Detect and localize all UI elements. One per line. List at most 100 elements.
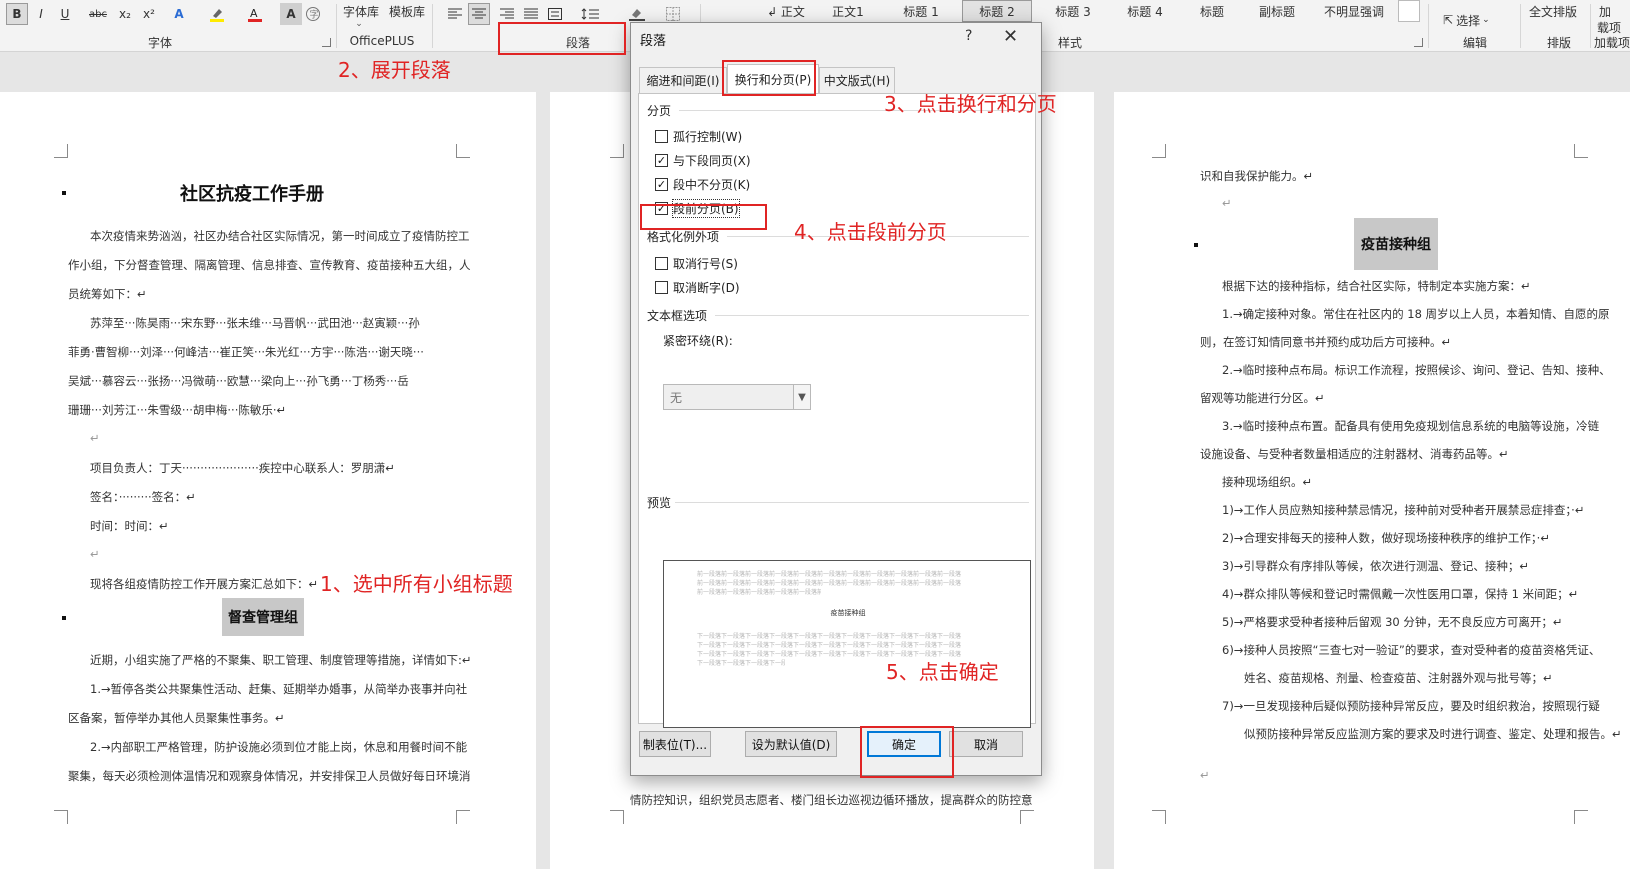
- text-effects-icon[interactable]: A: [168, 3, 190, 25]
- doc-line[interactable]: 6)→接种人员按照“三查七对一验证”的要求，查对受种者的疫苗资格凭证、: [1222, 642, 1600, 658]
- doc-line[interactable]: 识和自我保护能力。↵: [1200, 168, 1313, 184]
- keep-with-next-checkbox[interactable]: ✓ 与下段同页(X): [655, 151, 751, 169]
- preview-prev-text: 前一段落前一段落前一段落前一段落前一段落前一段落前一段落前一段落前一段落前一段落…: [697, 580, 962, 586]
- char-shading-icon[interactable]: A: [280, 3, 302, 25]
- doc-line[interactable]: 1.→暂停各类公共聚集性活动、赶集、延期举办婚事，从简举办丧事并向社: [90, 681, 467, 697]
- keep-lines-together-checkbox[interactable]: ✓ 段中不分页(K): [655, 175, 750, 193]
- doc-line[interactable]: 菲勇·曹智柳···刘泽···何峰洁···崔正笑···朱光红···方宇···陈浩·…: [68, 344, 424, 360]
- group-heading-vaccination[interactable]: 疫苗接种组: [1354, 218, 1438, 270]
- doc-line[interactable]: 设施设备、与受种者数量相适应的注射器材、消毒药品等。↵: [1200, 446, 1509, 462]
- enclose-char-icon[interactable]: 字: [302, 3, 324, 25]
- suppress-line-numbers-checkbox[interactable]: 取消行号(S): [655, 254, 738, 272]
- style-normal1[interactable]: 正文1: [818, 0, 878, 22]
- checkbox-box[interactable]: ✓: [655, 153, 668, 167]
- style-heading4[interactable]: 标题 4: [1112, 0, 1178, 22]
- template-library-button[interactable]: 模板库: [386, 0, 428, 22]
- font-dialog-launcher-icon[interactable]: [322, 38, 331, 47]
- select-button[interactable]: ⇱ 选择 ⌄: [1440, 9, 1493, 31]
- doc-line[interactable]: 4)→群众排队等候和登记时需佩戴一次性医用口罩，保持 1 米间距；↵: [1222, 586, 1578, 602]
- styles-dialog-launcher-icon[interactable]: [1414, 38, 1423, 47]
- bold-button[interactable]: B: [6, 3, 28, 25]
- style-heading3[interactable]: 标题 3: [1040, 0, 1106, 22]
- document-title[interactable]: 社区抗疫工作手册: [180, 180, 324, 206]
- checkbox-label: 取消行号(S): [673, 256, 738, 271]
- style-heading2[interactable]: 标题 2: [962, 0, 1032, 22]
- doc-line[interactable]: 5)→严格要求受种者接种后留观 30 分钟，无不良反应方可离开；↵: [1222, 614, 1563, 630]
- superscript-button[interactable]: x²: [138, 3, 160, 25]
- preview-prev-text: 前一段落前一段落前一段落前一段落前一段落前一段落前一段落前一段落前一段落前一段落…: [697, 571, 962, 577]
- doc-line[interactable]: 聚集，每天必须检测体温情况和观察身体情况，并安排保卫人员做好每日环境消: [68, 768, 471, 784]
- doc-line[interactable]: 作小组，下分督查管理、隔离管理、信息排查、宣传教育、疫苗接种五大组，人: [68, 257, 471, 273]
- doc-line[interactable]: 珊珊···刘芳江···朱雪级···胡申梅···陈敏乐·↵: [68, 402, 286, 418]
- checkbox-box[interactable]: ✓: [655, 177, 668, 191]
- doc-line[interactable]: 1)→工作人员应熟知接种禁忌情况，接种前对受种者开展禁忌症排查；·↵: [1222, 502, 1584, 518]
- doc-line[interactable]: 1.→确定接种对象。常住在社区内的 18 周岁以上人员，本着知情、自愿的原: [1222, 306, 1610, 322]
- checkbox-box[interactable]: [655, 256, 668, 270]
- italic-button[interactable]: I: [30, 3, 52, 25]
- doc-line[interactable]: 3.→临时接种点布置。配备具有使用免疫规划信息系统的电脑等设施，冷链: [1222, 418, 1599, 434]
- doc-line[interactable]: 苏萍至···陈昊雨···宋东野···张未维···马晋帆···武田池···赵寅颖·…: [90, 315, 420, 331]
- styles-more-icon[interactable]: [1398, 0, 1420, 22]
- officeplus-label: OfficePLUS: [349, 34, 415, 48]
- annotation-step3: 3、点击换行和分页: [884, 92, 1057, 116]
- doc-line[interactable]: 3)→引导群众有序排队等候，依次进行测温、登记、接种；↵: [1222, 558, 1529, 574]
- doc-line[interactable]: 2.→临时接种点布局。标识工作流程，按照候诊、询问、登记、告知、接种、: [1222, 362, 1611, 378]
- widow-control-checkbox[interactable]: 孤行控制(W): [655, 127, 742, 145]
- checkbox-box[interactable]: [655, 129, 668, 143]
- doc-line[interactable]: 近期，小组实施了严格的不聚集、职工管理、制度管理等措施，详情如下:↵: [90, 652, 472, 668]
- full-typeset-button[interactable]: 全文排版: [1526, 0, 1580, 22]
- tabs-button[interactable]: 制表位(T)...: [639, 731, 711, 757]
- paragraph-mark: ↵: [90, 431, 100, 445]
- checkbox-box[interactable]: [655, 280, 668, 294]
- list-bullet: [62, 616, 66, 620]
- annotation-step5: 5、点击确定: [886, 660, 999, 684]
- style-title[interactable]: 标题: [1184, 0, 1240, 22]
- svg-text:字: 字: [310, 9, 319, 21]
- tight-wrap-label: 紧密环绕(R):: [663, 334, 733, 348]
- doc-line[interactable]: 姓名、疫苗规格、剂量、检查疫苗、注射器外观与批号等；↵: [1244, 670, 1553, 686]
- style-subtle-emphasis[interactable]: 不明显强调: [1312, 0, 1396, 22]
- tight-wrap-select[interactable]: 无 ▼: [663, 384, 811, 410]
- list-bullet: [1194, 243, 1198, 247]
- font-library-dropdown-icon[interactable]: ⌄: [348, 13, 370, 35]
- doc-line[interactable]: 2.→内部职工严格管理，防护设施必须到位才能上岗，休息和用餐时间不能: [90, 739, 467, 755]
- underline-button[interactable]: U: [54, 3, 76, 25]
- chevron-down-icon[interactable]: ▼: [793, 385, 810, 409]
- align-left-icon[interactable]: [444, 3, 466, 25]
- help-icon[interactable]: ?: [965, 28, 972, 44]
- textbox-options-label: 文本框选项: [647, 309, 708, 323]
- subscript-button[interactable]: x₂: [114, 3, 136, 25]
- style-heading1[interactable]: 标题 1: [888, 0, 954, 22]
- set-default-button[interactable]: 设为默认值(D): [745, 731, 837, 757]
- font-color-icon[interactable]: A: [244, 3, 266, 25]
- doc-line[interactable]: 留观等功能进行分区。↵: [1200, 390, 1325, 406]
- tab-indent-spacing[interactable]: 缩进和间距(I): [639, 67, 727, 93]
- group-heading-supervision[interactable]: 督查管理组: [222, 598, 304, 636]
- doc-line[interactable]: 吴斌···慕容云···张扬···冯微萌···欧慧···梁向上···孙飞勇···丁…: [68, 373, 409, 389]
- doc-line[interactable]: 区备案，暂停举办其他人员聚集性事务。↵: [68, 710, 285, 726]
- doc-line[interactable]: 现将各组疫情防控工作开展方案汇总如下：↵: [90, 576, 318, 592]
- doc-line[interactable]: 本次疫情来势汹汹，社区办结合社区实际情况，第一时间成立了疫情防控工: [90, 228, 470, 244]
- no-hyphenation-checkbox[interactable]: 取消断字(D): [655, 278, 740, 296]
- doc-line[interactable]: 则，在签订知情同意书并预约成功后方可接种。↵: [1200, 334, 1451, 350]
- annotation-step1: 1、选中所有小组标题: [320, 572, 513, 596]
- highlight-icon[interactable]: [206, 3, 228, 25]
- align-center-icon[interactable]: [468, 3, 490, 25]
- style-subtitle[interactable]: 副标题: [1246, 0, 1308, 22]
- strikethrough-button[interactable]: abc: [86, 3, 110, 25]
- doc-line[interactable]: 签名：·········签名：↵: [90, 489, 196, 505]
- doc-line[interactable]: 情防控知识，组织党员志愿者、楼门组长边巡视边循环播放，提高群众的防控意: [630, 792, 1033, 808]
- close-icon[interactable]: ✕: [1003, 26, 1018, 47]
- doc-line[interactable]: 时间：时间：↵: [90, 518, 169, 534]
- doc-line[interactable]: 项目负责人：丁天·····················疾控中心联系人：罗朋潇…: [90, 460, 395, 476]
- cancel-button[interactable]: 取消: [949, 731, 1023, 757]
- annotation-box-paragraph: [498, 22, 626, 55]
- doc-line[interactable]: 2)→合理安排每天的接种人数，做好现场接种秩序的维护工作；·↵: [1222, 530, 1550, 546]
- doc-line[interactable]: 7)→一旦发现接种后疑似预防接种异常反应，要及时组织救治，按照现行疑: [1222, 698, 1600, 714]
- doc-line[interactable]: 根据下达的接种指标，结合社区实际，特制定本实施方案：↵: [1222, 278, 1531, 294]
- doc-line[interactable]: 接种现场组织。↵: [1222, 474, 1312, 490]
- doc-line[interactable]: 似预防接种异常反应监测方案的要求及时进行调查、鉴定、处理和报告。↵: [1244, 726, 1622, 742]
- style-normal[interactable]: ↲ 正文: [760, 0, 812, 22]
- preview-pane: 前一段落前一段落前一段落前一段落前一段落前一段落前一段落前一段落前一段落前一段落…: [663, 560, 1031, 728]
- doc-line[interactable]: 员统筹如下：↵: [68, 286, 147, 302]
